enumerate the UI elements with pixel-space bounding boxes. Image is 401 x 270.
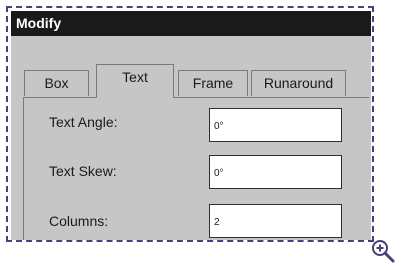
- columns-field[interactable]: [209, 204, 342, 238]
- text-skew-label: Text Skew:: [49, 163, 117, 179]
- text-angle-label: Text Angle:: [49, 114, 118, 130]
- dialog-title: Modify: [11, 11, 371, 36]
- zoom-in-icon[interactable]: [370, 238, 396, 264]
- tab-bar: Box Text Frame Runaround: [11, 36, 371, 98]
- tab-text[interactable]: Text: [96, 64, 174, 98]
- tab-frame[interactable]: Frame: [178, 70, 248, 96]
- text-angle-field[interactable]: [209, 108, 342, 142]
- modify-dialog: Modify Box Text Frame Runaround Text Ang…: [11, 11, 371, 240]
- text-skew-field[interactable]: [209, 155, 342, 189]
- columns-label: Columns:: [49, 213, 109, 229]
- tab-runaround[interactable]: Runaround: [251, 70, 346, 96]
- tab-box[interactable]: Box: [24, 70, 89, 96]
